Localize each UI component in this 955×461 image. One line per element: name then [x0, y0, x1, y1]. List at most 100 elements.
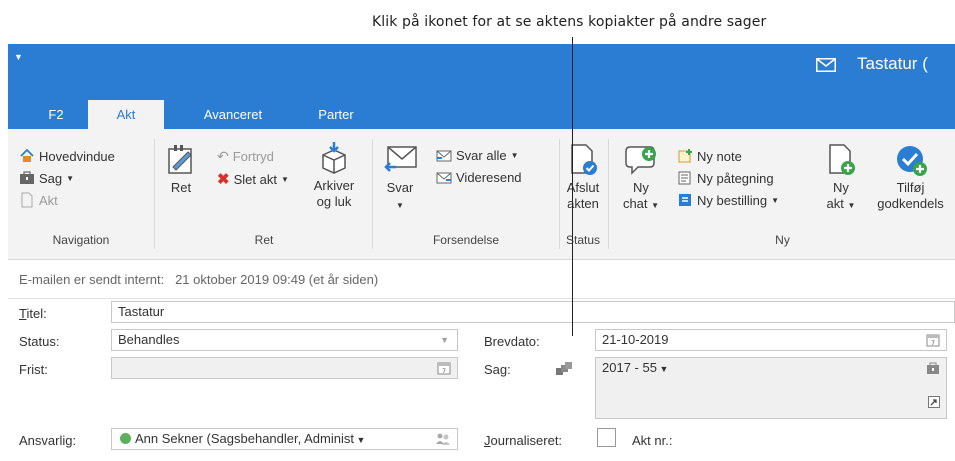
svar-dropdown-icon: ▼ — [396, 201, 404, 210]
list-add-icon — [678, 171, 691, 185]
calendar-icon[interactable]: 7 — [926, 333, 940, 347]
copy-documents-icon[interactable] — [555, 361, 573, 377]
chat-bubble-add-icon — [625, 146, 656, 175]
quick-access-dropdown-icon[interactable]: ▼ — [14, 52, 23, 62]
callout-annotation: Klik på ikonet for at se aktens kopiakte… — [0, 0, 955, 44]
ny-akt-dropdown-icon: ▼ — [847, 201, 856, 210]
slet-akt-button[interactable]: ✖ Slet akt ▼ — [217, 170, 289, 188]
brevdato-field[interactable]: 21-10-2019 7 — [595, 329, 947, 351]
brevdato-label: Brevdato: — [484, 334, 540, 349]
sag-dropdown-icon: ▼ — [66, 173, 75, 183]
tilfoej-label-2: godkendels — [877, 196, 944, 211]
ribbon-tabs: F2 Akt Avanceret Parter — [8, 100, 955, 129]
akt-button[interactable]: Akt — [19, 192, 58, 208]
slet-akt-label: Slet akt — [233, 171, 277, 187]
fortryd-button[interactable]: ↶ Fortryd — [217, 148, 274, 165]
note-add-icon — [678, 149, 692, 163]
calendar-icon[interactable]: 7 — [437, 361, 451, 375]
open-external-icon[interactable] — [928, 396, 940, 408]
delete-icon: ✖ — [217, 171, 230, 188]
arkiver-label-1: Arkiver — [313, 178, 355, 193]
sent-info-date: 21 oktober 2019 09:49 (et år siden) — [175, 272, 379, 287]
journaliseret-checkbox[interactable] — [597, 428, 616, 447]
journaliseret-label-text: Journaliseret: — [484, 433, 563, 448]
ret-button[interactable]: Ret — [161, 143, 201, 196]
group-label-navigation: Navigation — [52, 233, 110, 247]
status-select[interactable]: Behandles ▼ — [111, 329, 458, 351]
videresend-button[interactable]: Videresend — [436, 170, 522, 185]
tab-akt[interactable]: Akt — [88, 100, 164, 129]
ribbon-separator — [559, 139, 560, 249]
ny-akt-button[interactable]: Ny akt ▼ — [825, 143, 857, 214]
afslut-akten-button[interactable]: Afslut akten — [561, 143, 605, 212]
undo-icon: ↶ — [217, 148, 229, 164]
titel-label-text: itel: — [26, 306, 47, 321]
status-value: Behandles — [118, 332, 180, 347]
title-bar: ▼ Tastatur ( — [8, 44, 955, 100]
fortryd-label: Fortryd — [232, 149, 274, 164]
ny-bestilling-label: Ny bestilling — [697, 192, 768, 208]
group-label-status: Status — [565, 233, 601, 247]
edit-icon — [168, 145, 192, 174]
ny-note-label: Ny note — [697, 148, 742, 164]
titel-value: Tastatur — [118, 304, 165, 319]
svar-button[interactable]: Svar ▼ — [380, 143, 420, 214]
frist-field[interactable]: 7 — [111, 357, 458, 379]
users-icon[interactable] — [435, 432, 451, 446]
sent-info: E-mailen er sendt internt: 21 oktober 20… — [19, 272, 378, 287]
document-icon — [21, 192, 33, 208]
ribbon-separator — [154, 139, 155, 249]
mail-icon — [816, 58, 836, 72]
status-label: Status: — [19, 334, 60, 349]
archive-box-icon — [322, 142, 346, 174]
titel-label: Titel: — [19, 306, 47, 321]
ny-paategning-label: Ny påtegning — [697, 170, 774, 186]
ribbon-separator — [372, 139, 373, 249]
case-lookup-icon[interactable] — [926, 361, 940, 375]
tab-f2[interactable]: F2 — [34, 100, 78, 129]
svar-alle-button[interactable]: Svar alle ▼ — [436, 148, 519, 163]
ansvarlig-label: Ansvarlig: — [19, 433, 77, 448]
akt-label: Akt — [39, 192, 58, 208]
chevron-down-icon: ▼ — [440, 335, 449, 345]
reply-all-icon — [436, 150, 452, 161]
sag-value-dropdown-icon: ▼ — [656, 364, 669, 374]
ny-bestilling-button[interactable]: Ny bestilling ▼ — [677, 192, 779, 208]
ny-note-button[interactable]: Ny note — [677, 148, 742, 164]
svar-alle-label: Svar alle — [456, 148, 507, 163]
ansvarlig-value: Ann Sekner (Sagsbehandler, Administ — [135, 431, 354, 446]
ny-chat-label-2: chat — [622, 196, 648, 211]
ny-akt-label-2: akt — [826, 196, 844, 211]
tilfoej-godkendelse-button[interactable]: Tilføj godkendels — [866, 143, 955, 212]
home-icon — [20, 148, 34, 162]
ansvarlig-dropdown-icon: ▼ — [353, 435, 366, 445]
videresend-label: Videresend — [456, 170, 522, 185]
frist-label: Frist: — [19, 362, 48, 377]
divider — [8, 298, 955, 299]
forward-icon — [436, 172, 452, 183]
sag-field[interactable]: 2017 - 55 ▼ — [595, 357, 947, 419]
ribbon: Hovedvindue Sag ▼ Akt Navigation Ret ↶ Fo… — [8, 129, 955, 260]
ny-chat-dropdown-icon: ▼ — [651, 201, 660, 210]
sag-button[interactable]: Sag ▼ — [19, 170, 74, 186]
tab-parter[interactable]: Parter — [311, 100, 361, 129]
ny-chat-button[interactable]: Ny chat ▼ — [618, 143, 664, 214]
titel-field[interactable]: Tastatur — [111, 301, 955, 323]
document-add-icon — [829, 144, 855, 175]
svg-text:7: 7 — [442, 368, 446, 375]
tab-avanceret[interactable]: Avanceret — [193, 100, 273, 129]
status-dot-icon — [120, 433, 131, 444]
ribbon-separator — [608, 139, 609, 249]
group-label-forsendelse: Forsendelse — [432, 233, 500, 247]
reply-envelope-icon — [384, 146, 417, 172]
hovedvindue-label: Hovedvindue — [39, 148, 115, 164]
ny-paategning-button[interactable]: Ny påtegning — [677, 170, 774, 186]
group-label-ny: Ny — [775, 233, 790, 247]
ny-akt-label-1: Ny — [833, 180, 849, 195]
ansvarlig-select[interactable]: Ann Sekner (Sagsbehandler, Administ ▼ — [111, 428, 458, 450]
hovedvindue-button[interactable]: Hovedvindue — [19, 148, 115, 164]
sag-value: 2017 - 55 — [602, 360, 657, 375]
arkiver-og-luk-button[interactable]: Arkiver og luk — [308, 141, 360, 210]
order-icon — [679, 194, 691, 206]
ret-label: Ret — [170, 180, 192, 195]
